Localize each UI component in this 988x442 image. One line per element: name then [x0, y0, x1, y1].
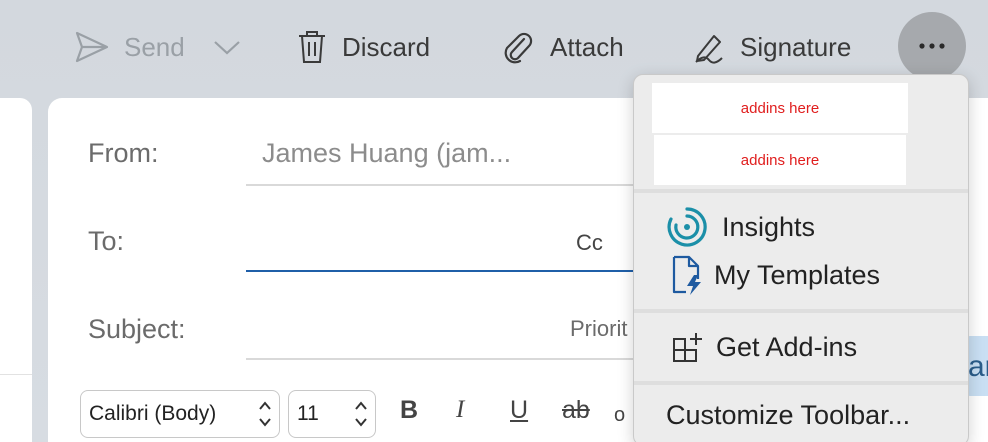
menu-item-label: My Templates	[714, 259, 881, 290]
send-button[interactable]: Send	[74, 26, 185, 68]
from-label: From:	[88, 138, 159, 168]
subject-label: Subject:	[88, 314, 186, 344]
signature-button[interactable]: Signature	[692, 26, 851, 68]
to-label: To:	[88, 226, 125, 256]
bold-button[interactable]: B	[400, 396, 418, 425]
discard-button[interactable]: Discard	[296, 26, 430, 68]
font-size-select[interactable]: 11	[288, 390, 376, 438]
overflow-menu: addins here addins here Insights My Temp…	[633, 74, 969, 442]
underline-button[interactable]: U	[510, 396, 528, 425]
chevron-down-icon	[212, 37, 242, 57]
font-family-select[interactable]: Calibri (Body)	[80, 390, 280, 438]
menu-item-customize-toolbar[interactable]: Customize Toolbar...	[634, 393, 968, 437]
priority-button[interactable]: Priorit	[570, 316, 627, 342]
ellipsis-icon	[918, 37, 946, 55]
send-label: Send	[124, 31, 185, 62]
more-format-icon[interactable]: o	[614, 404, 625, 427]
font-family-value: Calibri (Body)	[89, 402, 217, 425]
send-options-button[interactable]	[212, 26, 242, 68]
menu-separator	[634, 189, 968, 193]
more-options-button[interactable]	[898, 12, 966, 80]
menu-item-label: Get Add-ins	[716, 331, 858, 362]
addin-slot[interactable]: addins here	[652, 83, 908, 133]
signature-pen-icon	[692, 30, 726, 64]
send-icon	[74, 30, 110, 64]
addin-slot[interactable]: addins here	[654, 135, 906, 185]
cc-button[interactable]: Cc	[576, 230, 603, 256]
menu-item-insights[interactable]: Insights	[634, 205, 968, 249]
up-down-chevron-icon	[353, 397, 369, 437]
paperclip-icon	[502, 30, 534, 64]
menu-separator	[634, 381, 968, 385]
left-pane	[0, 98, 32, 442]
menu-item-get-add-ins[interactable]: Get Add-ins	[634, 325, 968, 369]
attach-button[interactable]: Attach	[502, 26, 624, 68]
signature-label: Signature	[740, 31, 852, 62]
menu-item-label: Customize Toolbar...	[666, 399, 911, 430]
divider	[0, 374, 32, 375]
insights-icon	[666, 206, 708, 248]
menu-item-label: Insights	[722, 211, 816, 242]
trash-icon	[296, 29, 328, 65]
side-panel-edge: ar	[966, 336, 988, 396]
attach-label: Attach	[550, 31, 624, 62]
from-field[interactable]: James Huang (jam...	[262, 138, 511, 169]
side-panel-text: ar	[968, 350, 988, 383]
italic-button[interactable]: I	[456, 396, 464, 424]
templates-icon	[670, 255, 704, 295]
font-size-value: 11	[297, 402, 319, 425]
add-ins-icon	[672, 331, 704, 363]
menu-separator	[634, 309, 968, 313]
up-down-chevron-icon	[257, 397, 273, 437]
menu-item-my-templates[interactable]: My Templates	[634, 253, 968, 297]
strikethrough-button[interactable]: ab	[562, 396, 590, 425]
discard-label: Discard	[342, 31, 431, 62]
